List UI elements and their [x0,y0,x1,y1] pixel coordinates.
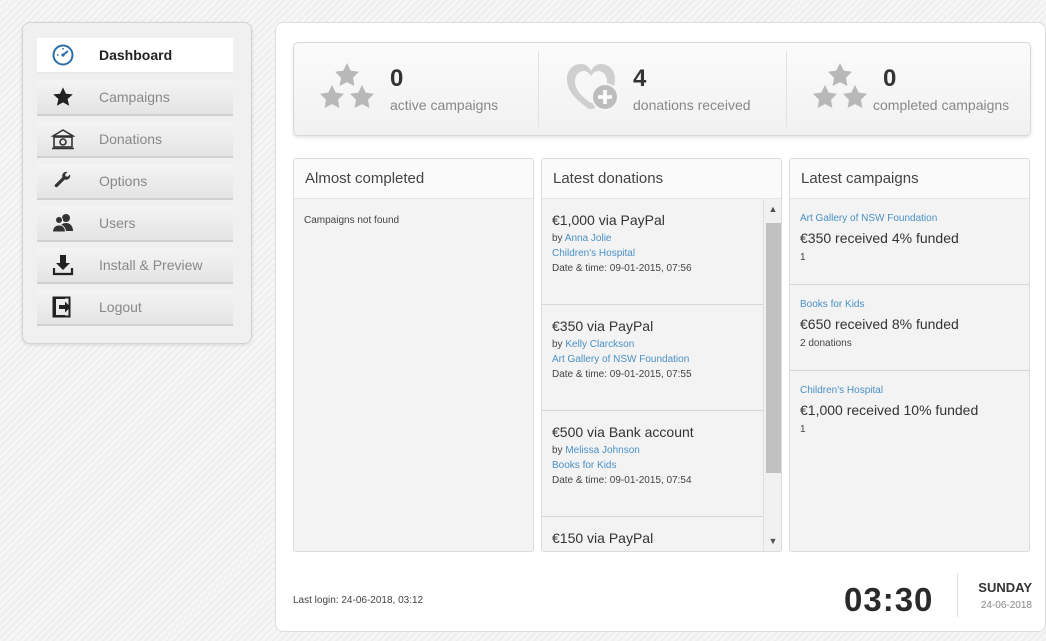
sidebar-item-label: Users [99,215,136,231]
active-campaigns-label: active campaigns [390,97,499,113]
donation-donor-line: by Melissa Johnson [552,445,753,456]
campaign-status: €350 received 4% funded [800,230,959,246]
donation-amount: €1,000 via PayPal [552,212,665,228]
sidebar-item-label: Install & Preview [99,257,203,273]
panel-title: Almost completed [294,159,533,199]
campaign-status: €650 received 8% funded [800,316,959,332]
by-prefix: by [552,445,566,456]
campaign-donation-count: 2 donations [800,338,852,349]
scrollbar[interactable]: ▲ ▼ [763,199,781,551]
sidebar-item-install-preview[interactable]: Install & Preview [37,248,233,284]
sidebar-item-label: Donations [99,131,163,147]
stars-icon [316,61,378,122]
donations-count: 4 [633,65,647,92]
completed-campaigns-count: 0 [883,65,897,92]
donation-donor-line: by Anna Jolie [552,233,753,244]
sidebar: Dashboard Campaigns Donations Options Us… [22,22,252,344]
donation-date: Date & time: 09-01-2015, 07:55 [552,369,692,380]
clock-day: SUNDAY [978,580,1032,595]
stat-completed-campaigns: 0 completed campaigns [787,43,1031,135]
campaign-link[interactable]: Children's Hospital [800,385,1019,396]
campaign-donation-count: 1 [800,252,806,263]
list-item: Art Gallery of NSW Foundation €350 recei… [790,199,1029,285]
campaign-donation-count: 1 [800,424,806,435]
campaign-link[interactable]: Art Gallery of NSW Foundation [552,354,753,365]
sidebar-item-campaigns[interactable]: Campaigns [37,80,233,116]
active-campaigns-count: 0 [390,65,404,92]
completed-campaigns-label: completed campaigns [873,97,1010,113]
sidebar-item-logout[interactable]: Logout [37,290,233,326]
scroll-up-arrow[interactable]: ▲ [764,201,781,217]
clock-date: 24-06-2018 [980,600,1032,611]
panel-body: Campaigns not found [294,199,533,551]
list-item: €150 via PayPal [542,517,763,551]
latest-donations-panel: Latest donations €1,000 via PayPal by An… [541,158,782,552]
donor-link[interactable]: Kelly Clarckson [565,339,634,350]
scroll-down-arrow[interactable]: ▼ [764,533,781,549]
gauge-icon [37,37,89,73]
clock-divider [957,573,958,617]
donations-scroll-area[interactable]: €1,000 via PayPal by Anna Jolie Children… [542,199,781,551]
list-item: €500 via Bank account by Melissa Johnson… [542,411,763,517]
wrench-icon [37,163,89,199]
sidebar-item-users[interactable]: Users [37,206,233,242]
donation-donor-line: by Kelly Clarckson [552,339,753,350]
donations-label: donations received [633,97,751,113]
stars-icon [809,61,871,122]
logout-icon [37,289,89,325]
donation-date: Date & time: 09-01-2015, 07:54 [552,475,692,486]
sidebar-item-label: Dashboard [99,47,173,63]
latest-campaigns-panel: Latest campaigns Art Gallery of NSW Foun… [789,158,1030,552]
scrollbar-thumb[interactable] [766,223,781,473]
panel-body: Art Gallery of NSW Foundation €350 recei… [790,199,1029,551]
sidebar-item-options[interactable]: Options [37,164,233,200]
donation-amount: €150 via PayPal [552,530,654,546]
campaign-status: €1,000 received 10% funded [800,402,979,418]
donation-amount: €350 via PayPal [552,318,654,334]
donations-list: €1,000 via PayPal by Anna Jolie Children… [542,199,763,551]
by-prefix: by [552,339,566,350]
sidebar-item-label: Campaigns [99,89,170,105]
clock-time: 03:30 [844,581,934,618]
campaign-link[interactable]: Books for Kids [552,460,753,471]
campaign-link[interactable]: Children's Hospital [552,248,753,259]
stats-bar: 0 active campaigns 4 donations received [293,42,1031,136]
almost-completed-panel: Almost completed Campaigns not found [293,158,534,552]
sidebar-item-label: Options [99,173,148,189]
donation-amount: €500 via Bank account [552,424,694,440]
main-content: 0 active campaigns 4 donations received [275,22,1046,632]
stat-active-campaigns: 0 active campaigns [294,43,538,135]
users-icon [37,205,89,241]
sidebar-item-dashboard[interactable]: Dashboard [37,38,233,74]
star-icon [37,79,89,115]
list-item: Children's Hospital €1,000 received 10% … [790,371,1029,457]
donor-link[interactable]: Melissa Johnson [565,445,639,456]
last-login: Last login: 24-06-2018, 03:12 [293,595,424,606]
stat-donations-received: 4 donations received [539,43,786,135]
donor-link[interactable]: Anna Jolie [565,233,612,244]
panel-title: Latest donations [542,159,781,199]
list-item: €1,000 via PayPal by Anna Jolie Children… [542,199,763,305]
heart-plus-icon [563,59,627,120]
sidebar-item-donations[interactable]: Donations [37,122,233,158]
list-item: €350 via PayPal by Kelly Clarckson Art G… [542,305,763,411]
campaign-link[interactable]: Books for Kids [800,299,1019,310]
by-prefix: by [552,233,565,244]
panel-title: Latest campaigns [790,159,1029,199]
empty-message: Campaigns not found [304,215,400,226]
list-item: Books for Kids €650 received 8% funded 2… [790,285,1029,371]
download-icon [37,247,89,283]
donation-date: Date & time: 09-01-2015, 07:56 [552,263,692,274]
sidebar-item-label: Logout [99,299,142,315]
campaign-link[interactable]: Art Gallery of NSW Foundation [800,213,1019,224]
money-icon [37,121,89,157]
